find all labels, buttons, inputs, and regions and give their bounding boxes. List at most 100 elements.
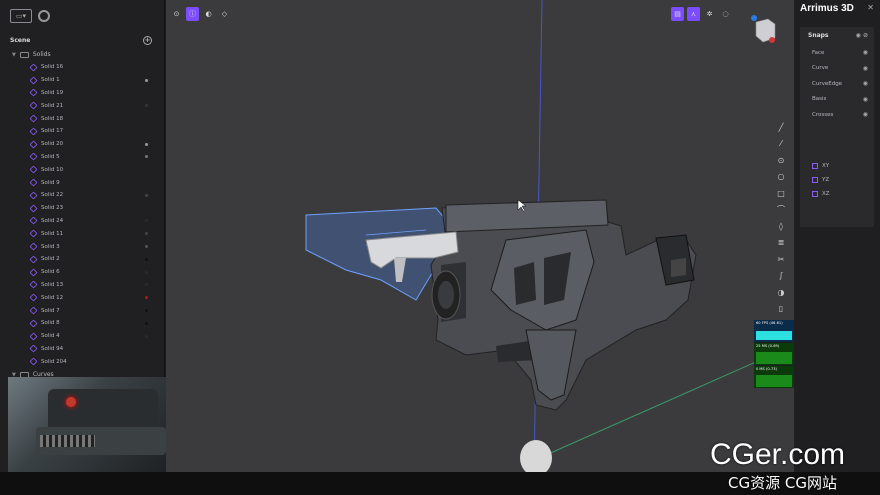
list-item[interactable]: Solid 7 [29, 304, 164, 317]
color-dot-icon[interactable] [145, 155, 148, 159]
color-dot-icon[interactable] [145, 142, 148, 146]
list-item[interactable]: Solid 94 [29, 343, 164, 356]
color-dot-icon[interactable] [145, 219, 148, 223]
contrast-icon[interactable]: ◑ [774, 285, 788, 300]
list-item[interactable]: Solid 18 [29, 112, 164, 125]
color-dot-icon[interactable] [145, 321, 148, 325]
rectangle-icon[interactable]: □ [774, 186, 788, 201]
color-dot-icon[interactable] [145, 257, 148, 261]
snaps-sidebar: Arrimus 3D ✕ Snaps ◉ ⊘ Face ◉ Curve ◉ CurveE… [794, 0, 880, 472]
plane-item-label: XY [822, 162, 830, 169]
render-icon[interactable]: ◌ [719, 7, 732, 21]
gear-icon[interactable] [38, 10, 50, 22]
snap-list: Face ◉ Curve ◉ CurveEdge ◉ Basis ◉ Crosses ◉ [800, 45, 874, 123]
list-item[interactable]: Solid 12 [29, 291, 164, 304]
circle-icon[interactable]: ○ [774, 170, 788, 185]
cube-icon [29, 165, 38, 174]
list-item[interactable]: Solid 19 [29, 87, 164, 100]
list-item[interactable]: Solid 20 [29, 138, 164, 151]
snap-item[interactable]: Face ◉ [800, 45, 874, 61]
list-item-label: Solid 204 [41, 358, 67, 365]
stack-icon[interactable]: ≣ [774, 236, 788, 251]
magnet-off-icon[interactable]: ⊘ [863, 32, 868, 39]
list-item[interactable]: Solid 8 [29, 317, 164, 330]
list-item[interactable]: Solid 5 [29, 151, 164, 164]
circle-center-icon[interactable]: ⊙ [774, 153, 788, 168]
drop-icon[interactable]: ◊ [774, 219, 788, 234]
plane-item[interactable]: YZ [800, 173, 874, 187]
list-item-label: Solid 20 [41, 141, 64, 148]
eye-icon[interactable]: ◉ [863, 111, 868, 118]
list-item-label: Solid 16 [41, 64, 64, 71]
color-dot-icon[interactable] [145, 232, 148, 236]
info-icon[interactable]: ⓘ [186, 7, 199, 21]
list-item[interactable]: Solid 11 [29, 227, 164, 240]
snap-item[interactable]: Basis ◉ [800, 92, 874, 108]
folder-dropdown-button[interactable]: ▭▾ [10, 9, 32, 23]
list-item-label: Solid 24 [41, 217, 64, 224]
snap-item[interactable]: Curve ◉ [800, 61, 874, 77]
3d-viewport[interactable]: ⊙ ⓘ ◐ ◇ ▤ ⋏ ✲ ◌ ╱ ⁄ ⊙ ○ □ ⌒ ◊ ≣ ✂ ∫ ◑ ▯ … [166, 0, 794, 472]
list-item-label: Solid 4 [41, 333, 60, 340]
list-item[interactable]: Solid 204 [29, 355, 164, 368]
color-dot-icon[interactable] [145, 78, 148, 82]
cylinder-icon[interactable]: ▯ [774, 302, 788, 317]
curve-icon[interactable]: ∫ [774, 269, 788, 284]
scissors-icon[interactable]: ✂ [774, 252, 788, 267]
list-item[interactable]: Solid 13 [29, 279, 164, 292]
list-item[interactable]: Solid 3 [29, 240, 164, 253]
add-icon[interactable]: + [143, 35, 152, 45]
color-dot-icon[interactable] [145, 104, 148, 108]
layout-icon[interactable]: ▤ [671, 7, 684, 21]
list-item[interactable]: Solid 6 [29, 266, 164, 279]
cube-icon [29, 319, 38, 328]
axis-icon[interactable]: ⋏ [687, 7, 700, 21]
solids-group-row[interactable]: ▼ Solids [0, 48, 164, 61]
cube-icon [29, 63, 38, 72]
snap-item-label: Face [812, 49, 825, 56]
snap-item[interactable]: CurveEdge ◉ [800, 76, 874, 92]
eye-icon[interactable]: ◉ [856, 32, 861, 39]
list-item-label: Solid 5 [41, 153, 60, 160]
eye-icon[interactable]: ◉ [863, 65, 868, 72]
snap-item[interactable]: Crosses ◉ [800, 107, 874, 123]
list-item[interactable]: Solid 22 [29, 189, 164, 202]
list-item-label: Solid 7 [41, 307, 60, 314]
arc-icon[interactable]: ⌒ [774, 203, 788, 218]
list-item[interactable]: Solid 17 [29, 125, 164, 138]
list-item-label: Solid 9 [41, 179, 60, 186]
list-item[interactable]: Solid 1 [29, 74, 164, 87]
plane-item[interactable]: XY [800, 159, 874, 173]
list-item[interactable]: Solid 9 [29, 176, 164, 189]
scene-title: Scene [10, 36, 31, 44]
eye-icon[interactable]: ◉ [863, 80, 868, 87]
color-dot-icon[interactable] [145, 309, 148, 313]
list-item[interactable]: Solid 4 [29, 330, 164, 343]
cube-icon[interactable]: ◇ [218, 7, 231, 21]
list-item[interactable]: Solid 16 [29, 61, 164, 74]
color-dot-icon[interactable] [145, 193, 148, 197]
list-item[interactable]: Solid 23 [29, 202, 164, 215]
color-dot-icon[interactable] [145, 296, 148, 300]
list-item-label: Solid 19 [41, 89, 64, 96]
color-dot-icon[interactable] [145, 270, 148, 274]
list-item[interactable]: Solid 24 [29, 215, 164, 228]
close-icon[interactable]: ✕ [867, 3, 874, 12]
polyline-icon[interactable]: ⁄ [774, 137, 788, 152]
settings-icon[interactable]: ✲ [703, 7, 716, 21]
list-item[interactable]: Solid 10 [29, 163, 164, 176]
list-item[interactable]: Solid 21 [29, 99, 164, 112]
cube-icon [29, 153, 38, 161]
eye-icon[interactable]: ◉ [863, 49, 868, 56]
eye-icon[interactable]: ◉ [863, 96, 868, 103]
view-cube-gizmo[interactable] [748, 14, 778, 44]
color-dot-icon[interactable] [145, 283, 148, 287]
list-item[interactable]: Solid 2 [29, 253, 164, 266]
line-icon[interactable]: ╱ [774, 120, 788, 135]
color-dot-icon[interactable] [145, 245, 148, 249]
plane-item[interactable]: XZ [800, 187, 874, 201]
chevron-down-icon[interactable]: ▼ [12, 52, 16, 58]
sphere-icon[interactable]: ◐ [202, 7, 215, 21]
color-dot-icon[interactable] [145, 334, 148, 338]
target-icon[interactable]: ⊙ [170, 7, 183, 21]
